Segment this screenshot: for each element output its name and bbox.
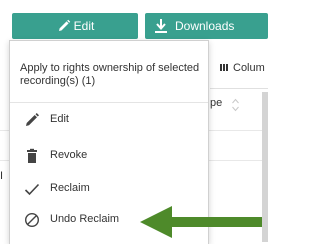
menu-item-label: Reclaim: [50, 182, 90, 194]
checkmark-icon: [24, 183, 40, 196]
prohibited-icon: [24, 212, 40, 228]
menu-item-label: Undo Reclaim: [50, 213, 120, 225]
menu-item-reclaim[interactable]: Reclaim: [10, 174, 208, 204]
pencil-icon: [26, 113, 39, 126]
table-cell-partial: I: [0, 170, 4, 182]
toolbar: Edit Downloads: [0, 0, 268, 40]
pencil-icon: [59, 19, 71, 31]
menu-item-label: Revoke: [50, 149, 88, 161]
menu-item-label: Edit: [50, 113, 69, 125]
columns-button-label: Colum: [233, 62, 265, 74]
edit-button-label: Edit: [73, 19, 95, 33]
download-icon: [155, 19, 167, 33]
dropdown-header: Apply to rights ownership of selected re…: [20, 62, 200, 87]
downloads-button-label: Downloads: [175, 19, 235, 33]
menu-item-revoke[interactable]: Revoke: [10, 141, 208, 171]
columns-icon: [220, 64, 229, 71]
dropdown-divider: [10, 102, 208, 103]
trash-icon: [27, 148, 37, 163]
sort-icon[interactable]: [232, 98, 239, 112]
annotation-arrow-icon: [140, 206, 262, 238]
table-header-divider: [210, 88, 268, 89]
menu-item-edit[interactable]: Edit: [10, 105, 208, 135]
downloads-button[interactable]: Downloads: [145, 13, 268, 39]
edit-button[interactable]: Edit: [12, 13, 138, 39]
column-header-type: pe: [210, 97, 223, 109]
